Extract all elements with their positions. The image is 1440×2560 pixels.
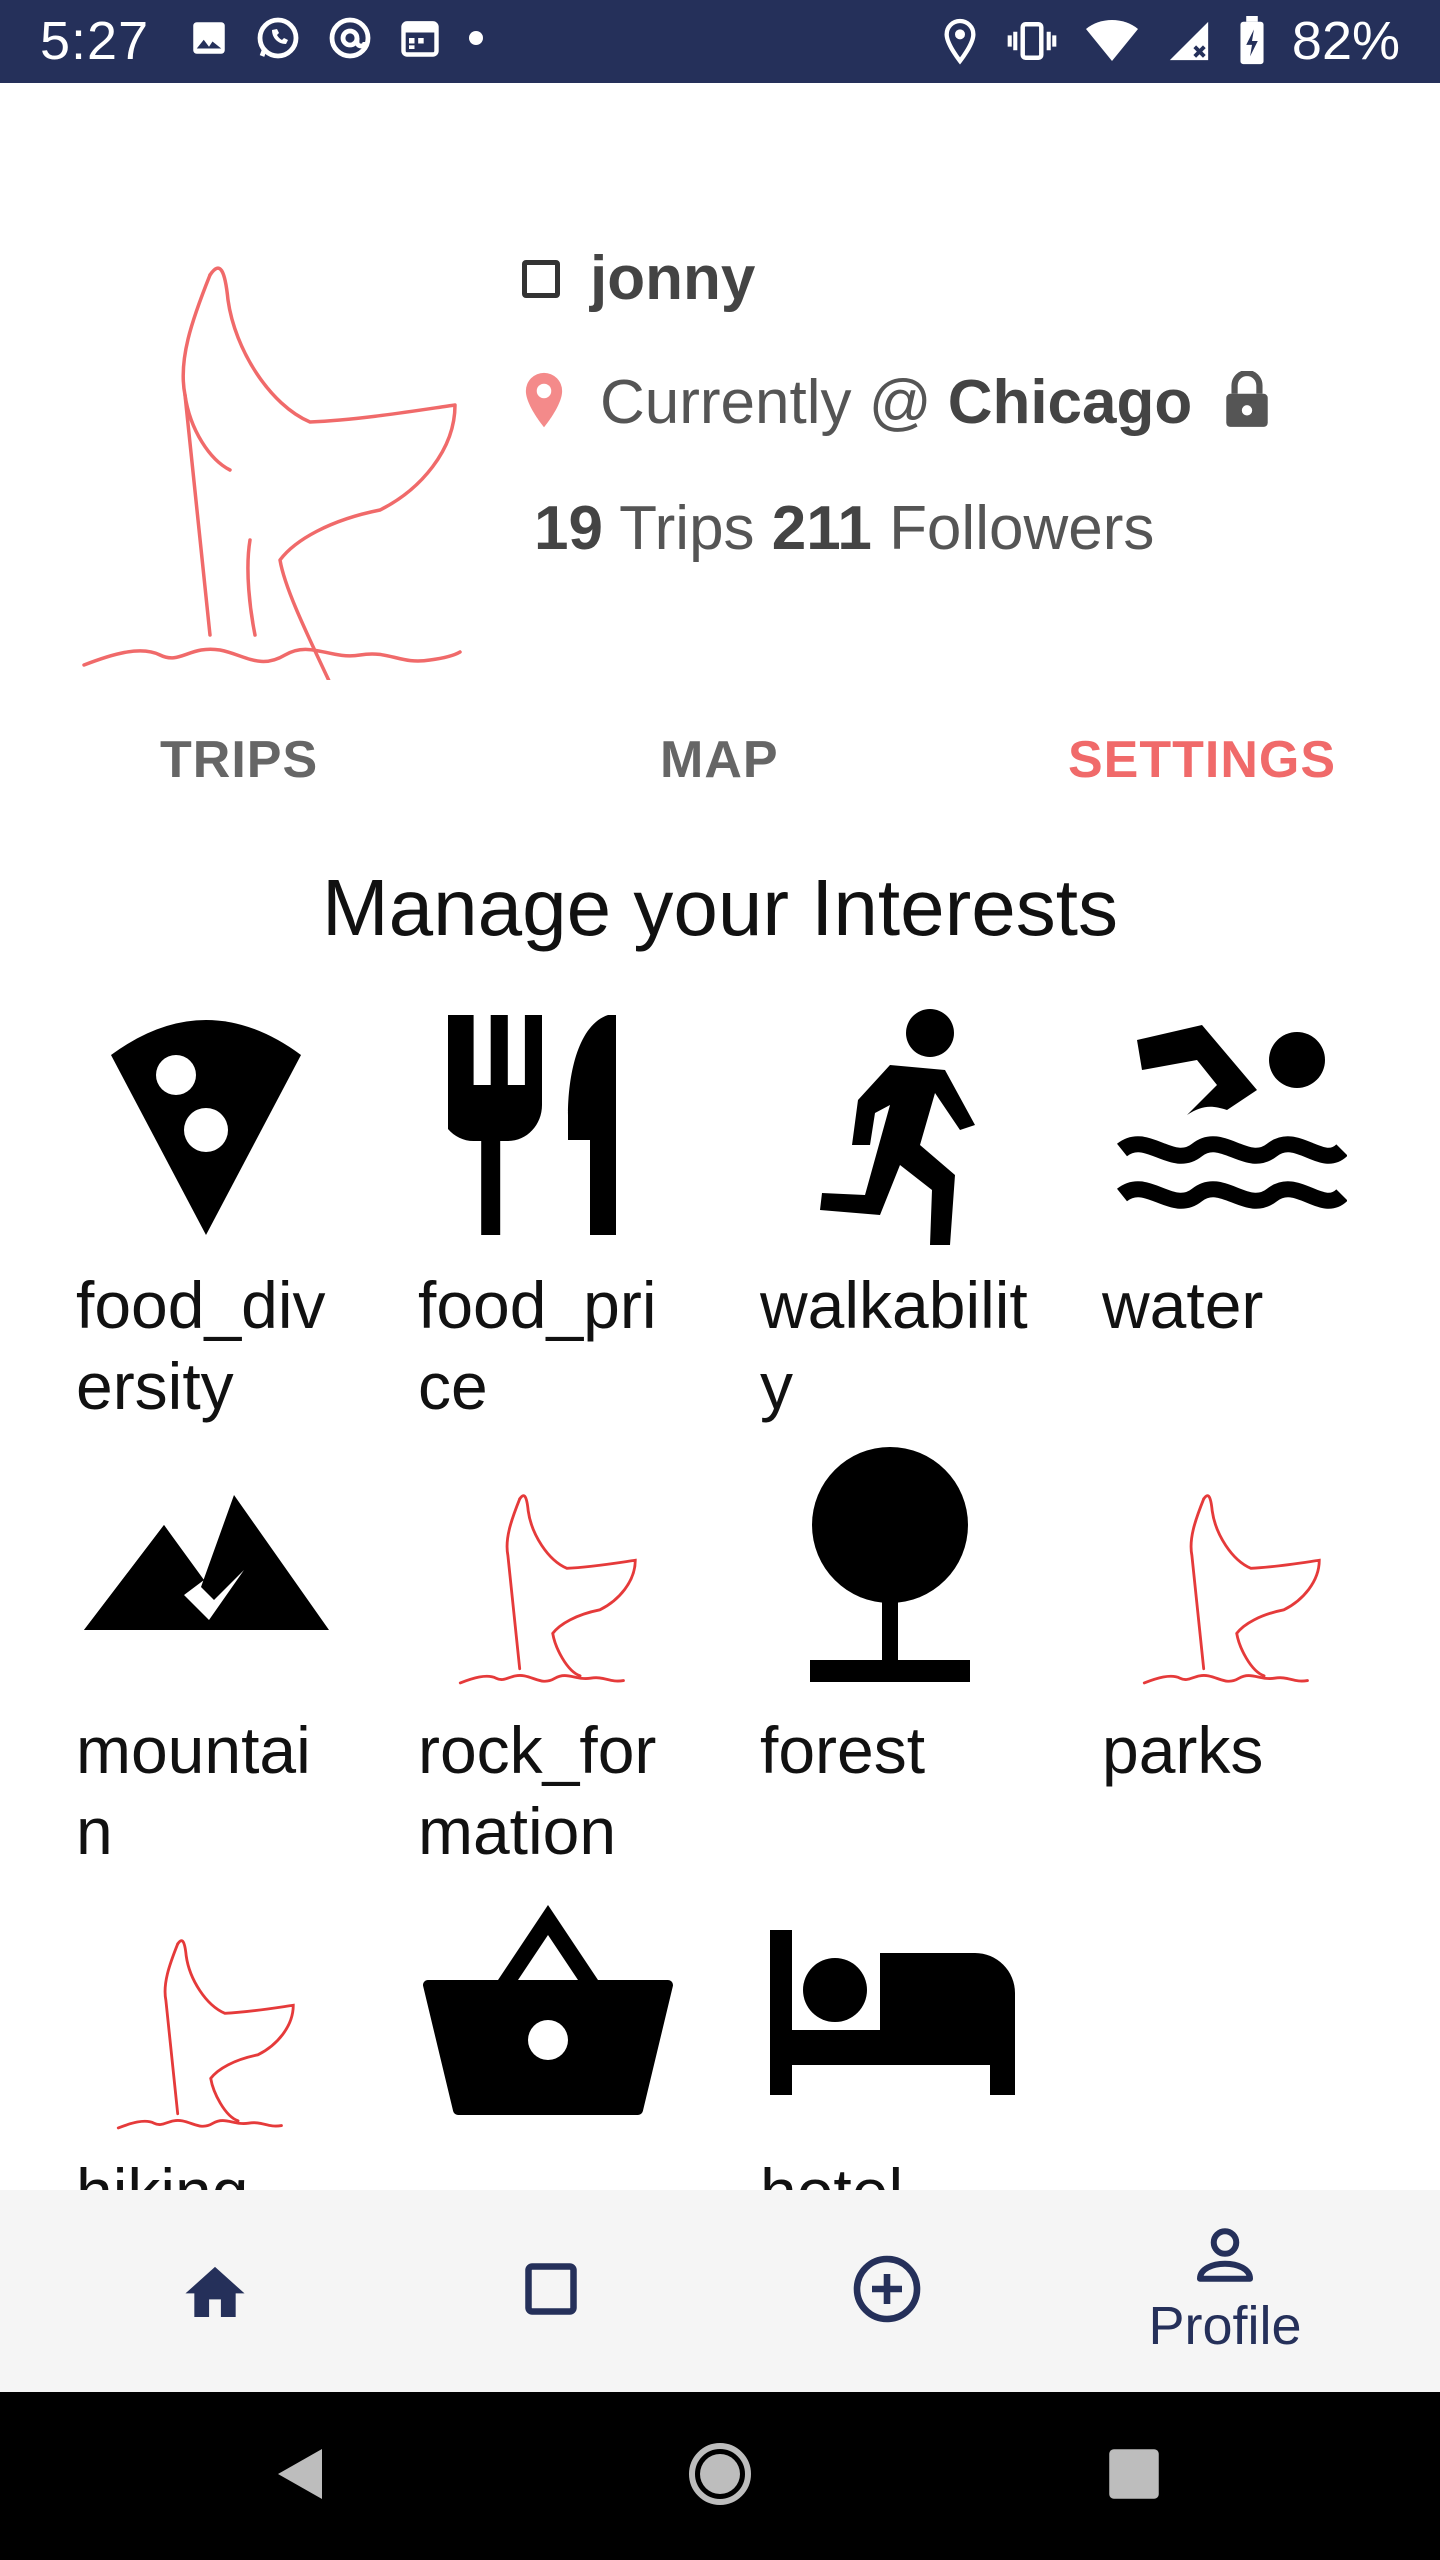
recents-square-icon <box>1107 2447 1161 2506</box>
tab-settings[interactable]: SETTINGS <box>1068 730 1336 790</box>
trips-label: Trips <box>619 494 755 563</box>
calendar-icon <box>398 16 442 60</box>
interest-label: walkability <box>760 1268 1028 1423</box>
shopping-basket-icon <box>418 1890 678 2130</box>
interest-label: mountain <box>76 1713 311 1868</box>
system-navigation-bar <box>0 2392 1440 2560</box>
wifi-icon <box>1084 18 1140 64</box>
square-icon <box>521 2259 581 2324</box>
tree-icon <box>760 1445 1020 1685</box>
walking-icon <box>760 1005 1020 1245</box>
profile-avatar[interactable] <box>70 150 470 702</box>
interest-item-hotel[interactable]: hotel <box>760 1890 1090 2190</box>
nav-add[interactable] <box>822 2190 952 2392</box>
whale-tail-icon <box>1102 1445 1362 1685</box>
interest-item-parks[interactable]: parks <box>1102 1445 1432 1885</box>
interest-item-food-price[interactable]: food_price <box>418 1005 748 1435</box>
interest-item-walkability[interactable]: walkability <box>760 1005 1090 1435</box>
whale-tail-icon <box>76 1890 336 2130</box>
whatsapp-icon <box>254 14 302 62</box>
restaurant-icon <box>418 1005 678 1245</box>
location-prefix: Currently @ <box>600 368 932 437</box>
at-sign-icon <box>326 14 374 62</box>
back-triangle-icon <box>274 2445 326 2508</box>
status-time: 5:27 <box>40 11 150 71</box>
interest-label: forest <box>760 1713 926 1787</box>
bottom-navigation: Profile <box>0 2190 1440 2392</box>
trips-count: 19 <box>534 494 603 563</box>
battery-charging-icon <box>1238 16 1266 66</box>
vibrate-icon <box>1006 17 1058 65</box>
signal-icon <box>1166 18 1212 64</box>
system-home-button[interactable] <box>660 2392 780 2560</box>
whale-tail-icon <box>82 266 462 702</box>
nav-home[interactable] <box>150 2190 280 2392</box>
interest-label: hiking <box>76 2152 346 2190</box>
interest-label: water <box>1102 1268 1264 1342</box>
system-back-button[interactable] <box>240 2392 360 2560</box>
interest-label: food_price <box>418 1268 657 1423</box>
whale-tail-icon <box>418 1445 678 1685</box>
interest-label: parks <box>1102 1713 1264 1787</box>
lock-icon <box>1222 369 1272 434</box>
tab-trips[interactable]: TRIPS <box>160 730 318 790</box>
nav-square[interactable] <box>486 2190 616 2392</box>
swimming-icon <box>1102 1005 1362 1245</box>
location-pin-icon <box>522 371 566 434</box>
interest-item-water[interactable]: water <box>1102 1005 1432 1435</box>
interest-item-mountain[interactable]: mountain <box>76 1445 406 1885</box>
interest-label: rock_formation <box>418 1713 657 1868</box>
location-city: Chicago <box>947 368 1193 437</box>
system-recents-button[interactable] <box>1074 2392 1194 2560</box>
mountain-icon <box>76 1445 336 1685</box>
dot-icon <box>466 28 486 48</box>
tab-map[interactable]: MAP <box>660 730 779 790</box>
add-circle-icon <box>851 2253 923 2330</box>
status-bar: 5:27 82% <box>0 0 1440 83</box>
username: jonny <box>590 244 756 313</box>
interest-label: hotel <box>760 2152 1030 2190</box>
image-icon <box>188 17 230 59</box>
interest-item-food-diversity[interactable]: food_diversity <box>76 1005 406 1435</box>
status-notification-icons <box>188 14 486 62</box>
home-circle-icon <box>688 2442 752 2511</box>
interest-item-hiking[interactable]: hiking <box>76 1890 406 2190</box>
username-checkbox[interactable] <box>522 259 560 298</box>
interest-item-forest[interactable]: forest <box>760 1445 1090 1885</box>
pizza-icon <box>76 1005 336 1245</box>
home-icon <box>179 2258 251 2325</box>
status-system-icons: 82% <box>940 10 1400 72</box>
interest-item-rock-formation[interactable]: rock_formation <box>418 1445 748 1885</box>
followers-count: 211 <box>771 494 872 563</box>
username-row: jonny <box>522 243 755 314</box>
nav-profile-label: Profile <box>1148 2295 1302 2356</box>
section-title: Manage your Interests <box>322 863 1118 952</box>
nav-profile[interactable]: Profile <box>1120 2190 1330 2392</box>
profile-stats: 19 Trips 211 Followers <box>534 493 1154 564</box>
location-row: Currently @ Chicago <box>522 367 1272 438</box>
interest-item-shopping[interactable] <box>418 1890 748 2190</box>
profile-tabs: TRIPS MAP SETTINGS <box>0 730 1440 814</box>
battery-percentage: 82% <box>1291 11 1400 71</box>
bed-icon <box>760 1890 1020 2130</box>
person-icon <box>1195 2226 1255 2289</box>
location-pin-icon <box>940 17 980 65</box>
interest-label: food_diversity <box>76 1268 326 1423</box>
followers-label: Followers <box>889 494 1155 563</box>
